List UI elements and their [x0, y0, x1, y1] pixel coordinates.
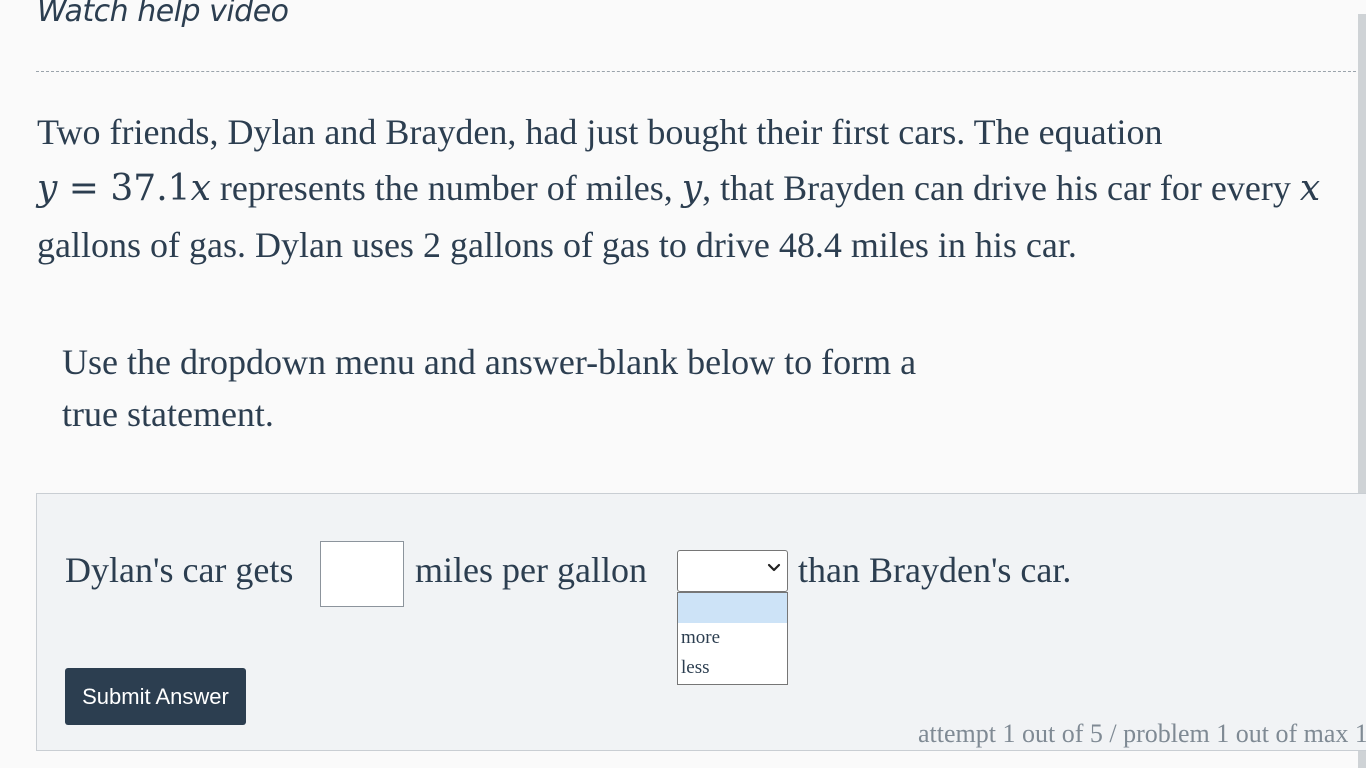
dropdown-option-more[interactable]: more	[678, 623, 787, 653]
problem-text-part3: , that Brayden can drive his car for eve…	[702, 168, 1300, 208]
statement-before-blank: Dylan's car gets	[65, 550, 294, 590]
instructions: Use the dropdown menu and answer-blank b…	[62, 336, 1062, 440]
problem-text: Two friends, Dylan and Brayden, had just…	[37, 104, 1337, 273]
equation-x: x	[190, 168, 211, 209]
answer-blank-input[interactable]	[320, 541, 404, 607]
statement-after-dropdown: than Brayden's car.	[798, 550, 1072, 590]
problem-text-part2: represents the number of miles,	[210, 168, 682, 208]
chevron-down-icon	[767, 563, 781, 572]
variable-y: y	[681, 168, 703, 209]
dropdown-option-less[interactable]: less	[678, 653, 787, 683]
dropdown-options-list: more less	[677, 592, 788, 685]
statement-after-blank: miles per gallon	[415, 550, 647, 590]
problem-page: Watch help video Two friends, Dylan and …	[0, 0, 1366, 768]
dropdown-option-blank[interactable]	[678, 593, 787, 623]
equation: y = 37.1x	[37, 168, 211, 209]
section-divider	[36, 71, 1366, 72]
comparison-dropdown[interactable]	[677, 550, 788, 592]
submit-answer-button[interactable]: Submit Answer	[65, 668, 246, 725]
equation-equals: =	[57, 168, 111, 209]
instructions-line2: true statement.	[62, 394, 274, 434]
instructions-line1: Use the dropdown menu and answer-blank b…	[62, 342, 917, 382]
problem-text-part4: gallons of gas. Dylan uses 2 gallons of …	[37, 225, 1077, 265]
attempt-status: attempt 1 out of 5 / problem 1 out of ma…	[918, 719, 1366, 748]
variable-x: x	[1299, 168, 1321, 209]
watch-help-video-link[interactable]: Watch help video	[37, 0, 289, 29]
equation-y: y	[37, 168, 58, 209]
problem-text-part1: Two friends, Dylan and Brayden, had just…	[37, 112, 1163, 152]
equation-coefficient: 37.1	[110, 168, 191, 209]
